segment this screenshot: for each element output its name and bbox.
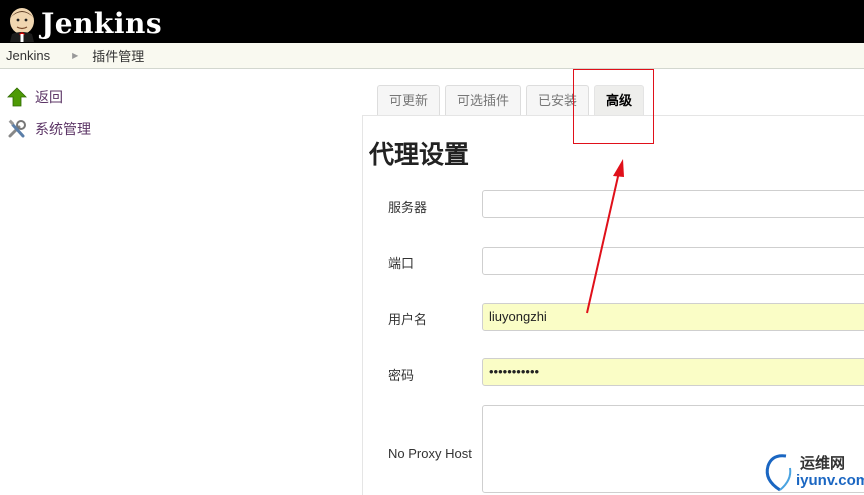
jenkins-butler-icon	[10, 8, 34, 42]
no-proxy-host-label: No Proxy Host	[388, 446, 472, 461]
sidebar-item-back[interactable]: 返回	[7, 87, 63, 107]
port-label: 端口	[388, 256, 415, 271]
password-label: 密码	[388, 368, 415, 383]
port-input[interactable]	[482, 247, 864, 275]
logo-text: Jenkins	[41, 7, 163, 40]
proxy-settings-title: 代理设置	[369, 140, 470, 169]
watermark-cn-text: 运维网	[800, 455, 846, 472]
sidebar-item-label: 返回	[35, 89, 63, 105]
site-watermark: 运维网 iyunv.com	[760, 448, 864, 495]
sidebar-item-system-management[interactable]: 系统管理	[7, 119, 91, 139]
breadcrumb-jenkins[interactable]: Jenkins	[6, 48, 50, 63]
top-header: Jenkins	[0, 0, 864, 43]
watermark-en-text: iyunv.com	[796, 472, 864, 489]
tab-updates[interactable]: 可更新	[377, 85, 441, 115]
jenkins-logo[interactable]: Jenkins	[6, 6, 162, 42]
server-label: 服务器	[388, 200, 428, 215]
breadcrumb-separator-icon: ▶	[72, 51, 79, 60]
username-label: 用户名	[388, 312, 428, 327]
breadcrumb-plugin-manager[interactable]: 插件管理	[92, 46, 144, 65]
username-input[interactable]: liuyongzhi	[482, 303, 864, 331]
watermark-logo-icon	[765, 454, 792, 492]
sidebar-item-label: 系统管理	[35, 121, 91, 137]
server-input[interactable]	[482, 190, 864, 218]
breadcrumb: Jenkins ▶ 插件管理	[0, 43, 864, 69]
tab-available[interactable]: 可选插件	[445, 85, 522, 115]
tools-icon	[8, 119, 26, 138]
password-input[interactable]: •••••••••••	[482, 358, 864, 386]
annotation-highlight-box	[573, 69, 654, 144]
up-arrow-icon	[7, 87, 27, 107]
